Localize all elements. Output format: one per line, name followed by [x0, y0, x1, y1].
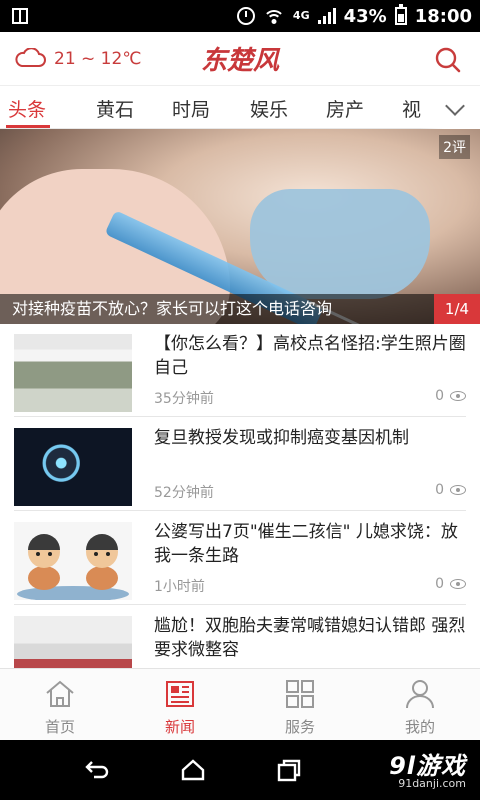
- divider: [14, 416, 466, 417]
- system-nav-bar: 9l游戏 91danji.com: [0, 740, 480, 800]
- tab-entertainment[interactable]: 娱乐: [250, 95, 288, 122]
- hero-banner[interactable]: 2评 对接种疫苗不放心？家长可以打这个电话咨询 1/4: [0, 129, 480, 324]
- news-time: 52分钟前: [154, 485, 214, 501]
- news-title: 公婆写出7页"催生二孩信" 儿媳求饶：放我一条生路: [154, 522, 458, 566]
- screenshot-icon: [12, 8, 28, 24]
- tab-video[interactable]: 视: [402, 95, 421, 122]
- news-thumbnail: [14, 334, 132, 412]
- news-thumbnail: [14, 522, 132, 602]
- tab-real-estate[interactable]: 房产: [326, 95, 364, 122]
- news-title: 尴尬！双胞胎夫妻常喊错媳妇认错郎 强烈要求微整容: [154, 616, 466, 660]
- eye-icon: [450, 579, 466, 589]
- list-item[interactable]: 公婆写出7页"催生二孩信" 儿媳求饶：放我一条生路 1小时前 0: [0, 512, 480, 606]
- list-item[interactable]: 尴尬！双胞胎夫妻常喊错媳妇认错郎 强烈要求微整容: [0, 606, 480, 668]
- nav-label: 服务: [284, 718, 315, 736]
- status-bar: 4G 43% 18:00: [0, 0, 480, 32]
- watermark-logo: 9l游戏: [389, 752, 466, 780]
- news-time: 1小时前: [154, 579, 205, 595]
- grid-icon: [284, 679, 316, 709]
- nav-label: 新闻: [164, 718, 195, 736]
- news-title: 复旦教授发现或抑制癌变基因机制: [154, 428, 409, 448]
- status-icons: 4G 43% 18:00: [236, 0, 472, 32]
- nav-label: 我的: [404, 718, 435, 736]
- newspaper-icon: [164, 679, 196, 709]
- news-title: 【你怎么看？】高校点名怪招:学生照片圈自己: [154, 334, 466, 378]
- search-icon[interactable]: [434, 46, 462, 74]
- news-thumbnail: [14, 428, 132, 506]
- news-thumbnail: [14, 616, 132, 668]
- tab-politics[interactable]: 时局: [172, 95, 210, 122]
- battery-percent: 43%: [343, 5, 387, 27]
- nav-profile[interactable]: 我的: [360, 669, 480, 741]
- user-icon: [404, 679, 436, 709]
- home-button-icon[interactable]: [180, 758, 206, 782]
- hero-pager: 1/4: [434, 294, 480, 324]
- nav-news[interactable]: 新闻: [120, 669, 240, 741]
- recent-apps-icon[interactable]: [276, 758, 302, 782]
- signal-icon: [317, 8, 336, 24]
- wifi-icon: [262, 8, 285, 24]
- news-list: 【你怎么看？】高校点名怪招:学生照片圈自己 35分钟前 0 复旦教授发现或抑制癌…: [0, 324, 480, 668]
- view-count-number: 0: [435, 576, 444, 592]
- comment-count: 2评: [439, 135, 470, 159]
- news-time: 35分钟前: [154, 391, 214, 407]
- bottom-nav: 首页 新闻 服务 我的: [0, 668, 480, 740]
- eye-icon: [450, 485, 466, 495]
- eye-icon: [450, 391, 466, 401]
- list-item[interactable]: 复旦教授发现或抑制癌变基因机制 52分钟前 0: [0, 418, 480, 512]
- divider: [14, 604, 466, 605]
- divider: [14, 510, 466, 511]
- view-count-number: 0: [435, 482, 444, 498]
- network-type: 4G: [292, 9, 310, 22]
- view-count: 0: [435, 482, 466, 498]
- watermark-url: 91danji.com: [398, 777, 466, 790]
- weather-text[interactable]: 21 ~ 12℃: [54, 49, 141, 69]
- category-tabs: 头条 黄石 时局 娱乐 房产 视: [0, 87, 480, 129]
- view-count: 0: [435, 576, 466, 592]
- view-count: 0: [435, 388, 466, 404]
- tab-huangshi[interactable]: 黄石: [96, 95, 134, 122]
- hero-caption: 对接种疫苗不放心？家长可以打这个电话咨询: [0, 294, 480, 324]
- tab-headlines[interactable]: 头条: [8, 95, 46, 122]
- back-icon[interactable]: [84, 758, 110, 782]
- list-item[interactable]: 【你怎么看？】高校点名怪招:学生照片圈自己 35分钟前 0: [0, 324, 480, 418]
- nav-home[interactable]: 首页: [0, 669, 120, 741]
- clock: 18:00: [414, 5, 472, 27]
- brand-logo: 东楚风: [200, 46, 279, 76]
- battery-icon: [394, 4, 407, 25]
- watermark: 9l游戏 91danji.com: [389, 746, 466, 790]
- nav-label: 首页: [44, 718, 75, 736]
- home-icon: [44, 679, 76, 709]
- view-count-number: 0: [435, 388, 444, 404]
- cloud-icon: [14, 48, 46, 68]
- alarm-icon: [236, 7, 255, 25]
- nav-services[interactable]: 服务: [240, 669, 360, 741]
- active-tab-indicator: [6, 125, 50, 128]
- app-header: 21 ~ 12℃ 东楚风: [0, 32, 480, 86]
